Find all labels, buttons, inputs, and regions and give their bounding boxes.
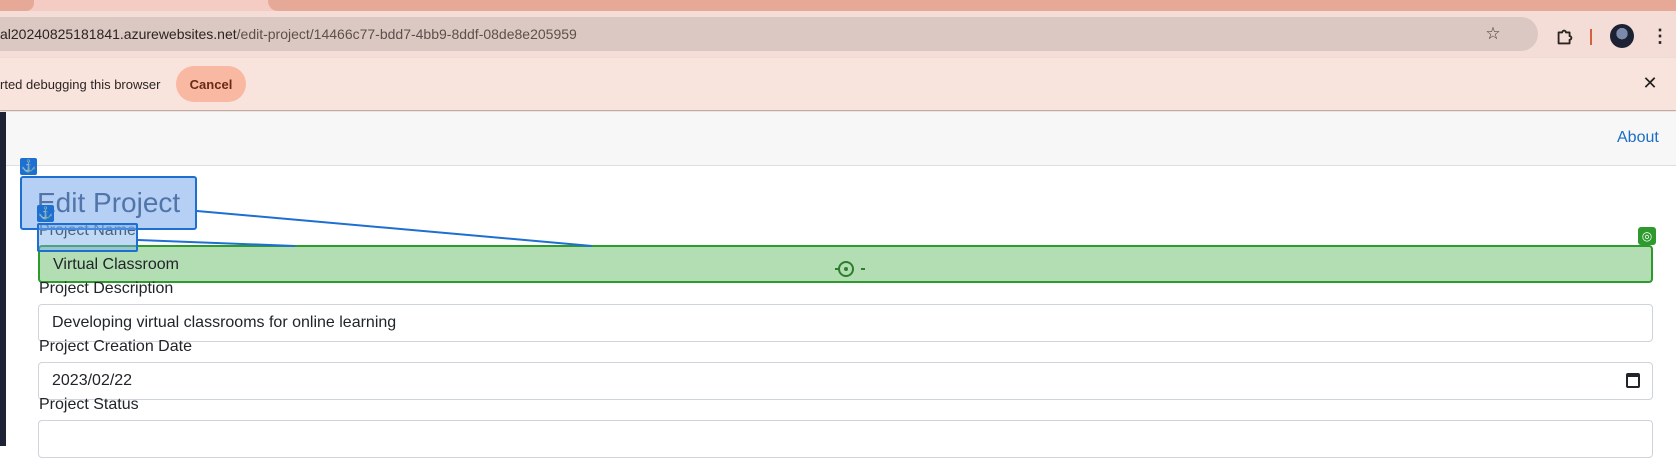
anchor-icon: ⚓	[20, 158, 37, 175]
project-description-input[interactable]: Developing virtual classrooms for online…	[38, 304, 1653, 342]
debugging-infobar: rted debugging this browser Cancel ✕	[0, 58, 1676, 111]
browser-toolbar: al20240825181841.azurewebsites.net/edit-…	[0, 11, 1676, 58]
project-name-label: Project Name	[39, 222, 136, 239]
tab-strip	[0, 0, 1676, 11]
project-status-select[interactable]	[38, 420, 1653, 458]
cancel-button[interactable]: Cancel	[176, 66, 246, 102]
tab-left[interactable]	[0, 0, 34, 11]
url-text[interactable]: al20240825181841.azurewebsites.net/edit-…	[0, 17, 577, 51]
star-icon[interactable]: ☆	[1484, 25, 1502, 43]
project-creation-date-input[interactable]: 2023/02/22	[38, 362, 1653, 400]
crosshair-icon	[835, 261, 865, 277]
avatar[interactable]	[1610, 24, 1634, 48]
top-navbar: About	[6, 112, 1676, 166]
anchor-icon: ⚓	[37, 205, 54, 222]
nav-about-link[interactable]: About	[1617, 129, 1659, 147]
url-path: /edit-project/14466c77-bdd7-4bb9-8ddf-08…	[236, 26, 577, 42]
puzzle-icon[interactable]	[1554, 26, 1576, 48]
project-status-label: Project Status	[39, 396, 139, 413]
address-bar[interactable]: al20240825181841.azurewebsites.net/edit-…	[0, 17, 1538, 51]
project-description-label: Project Description	[39, 280, 174, 297]
toolbar-separator	[1590, 29, 1592, 45]
tab-right[interactable]	[268, 0, 1676, 11]
target-icon: ◎	[1638, 227, 1656, 245]
calendar-icon[interactable]	[1626, 373, 1640, 388]
close-icon[interactable]: ✕	[1640, 72, 1660, 94]
page-title: Edit Project	[37, 187, 181, 218]
kebab-menu-icon[interactable]: ⋮	[1650, 25, 1670, 47]
page-viewport: About Edit Project Project Name Virtual …	[0, 112, 1676, 458]
project-creation-date-label: Project Creation Date	[39, 338, 192, 355]
url-host: al20240825181841.azurewebsites.net	[0, 26, 237, 42]
infobar-message: rted debugging this browser	[0, 77, 161, 92]
creation-date-value: 2023/02/22	[52, 372, 133, 389]
